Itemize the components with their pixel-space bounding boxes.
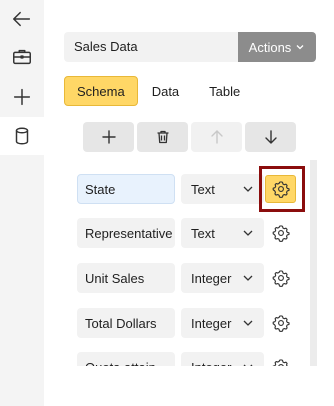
move-down-button[interactable] bbox=[245, 122, 296, 152]
briefcase-icon bbox=[13, 49, 31, 65]
field-name-input[interactable] bbox=[77, 263, 175, 293]
field-name-input[interactable] bbox=[77, 308, 175, 338]
back-button[interactable] bbox=[0, 0, 44, 38]
field-type-value: Integer bbox=[191, 360, 231, 367]
field-row: Integer bbox=[77, 263, 307, 293]
field-settings-button[interactable] bbox=[265, 175, 296, 203]
add-field-button[interactable] bbox=[83, 122, 134, 152]
dataset-name-input[interactable] bbox=[64, 32, 238, 62]
move-up-button[interactable] bbox=[191, 122, 242, 152]
field-type-select[interactable]: Integer bbox=[181, 352, 264, 366]
chevron-down-icon bbox=[243, 275, 253, 281]
arrow-up-icon bbox=[210, 130, 223, 144]
database-icon bbox=[15, 127, 29, 145]
chevron-down-icon bbox=[243, 364, 253, 366]
field-settings-button[interactable] bbox=[269, 308, 293, 338]
chevron-down-icon bbox=[243, 186, 253, 192]
field-name-input[interactable] bbox=[77, 352, 175, 366]
field-row: Integer bbox=[77, 308, 307, 338]
chevron-down-icon bbox=[296, 45, 304, 50]
field-type-select[interactable]: Integer bbox=[181, 308, 264, 338]
gear-icon bbox=[272, 225, 290, 242]
arrow-left-icon bbox=[13, 11, 31, 27]
gear-icon bbox=[272, 270, 290, 287]
plus-icon bbox=[101, 130, 116, 144]
field-name-input[interactable] bbox=[77, 218, 175, 248]
field-settings-button[interactable] bbox=[269, 263, 293, 293]
chevron-down-icon bbox=[243, 230, 253, 236]
left-rail bbox=[0, 0, 44, 406]
field-type-select[interactable]: Integer bbox=[181, 263, 264, 293]
tab-data[interactable]: Data bbox=[152, 76, 179, 106]
schema-toolbar bbox=[83, 122, 296, 152]
field-settings-button[interactable] bbox=[269, 352, 293, 366]
field-type-value: Integer bbox=[191, 315, 232, 331]
field-type-select[interactable]: Text bbox=[181, 174, 264, 204]
field-row: Integer bbox=[77, 352, 307, 366]
field-name-input[interactable] bbox=[77, 174, 175, 204]
field-type-value: Text bbox=[191, 225, 215, 241]
field-row: Text bbox=[77, 218, 307, 248]
gear-icon bbox=[272, 315, 290, 332]
chevron-down-icon bbox=[243, 320, 253, 326]
database-button[interactable] bbox=[0, 117, 44, 155]
arrow-down-icon bbox=[264, 130, 277, 144]
trash-icon bbox=[157, 130, 168, 144]
gear-icon bbox=[272, 359, 288, 366]
tab-table[interactable]: Table bbox=[209, 76, 240, 106]
field-type-value: Text bbox=[191, 181, 215, 197]
view-tabs: Schema Data Table bbox=[64, 76, 240, 106]
field-type-value: Integer bbox=[191, 270, 232, 286]
fields-scrollbar[interactable] bbox=[310, 160, 317, 366]
actions-button[interactable]: Actions bbox=[238, 32, 316, 62]
title-bar: Actions bbox=[64, 32, 316, 62]
plus-icon bbox=[13, 88, 31, 106]
gear-icon bbox=[272, 181, 290, 198]
tab-schema[interactable]: Schema bbox=[64, 76, 138, 106]
field-type-select[interactable]: Text bbox=[181, 218, 264, 248]
field-row: Text bbox=[77, 174, 307, 204]
actions-label: Actions bbox=[248, 39, 292, 55]
field-list: Text Text Integer Integer bbox=[77, 174, 307, 366]
field-settings-button[interactable] bbox=[269, 218, 293, 248]
add-button[interactable] bbox=[0, 78, 44, 116]
briefcase-button[interactable] bbox=[0, 38, 44, 76]
delete-field-button[interactable] bbox=[137, 122, 188, 152]
